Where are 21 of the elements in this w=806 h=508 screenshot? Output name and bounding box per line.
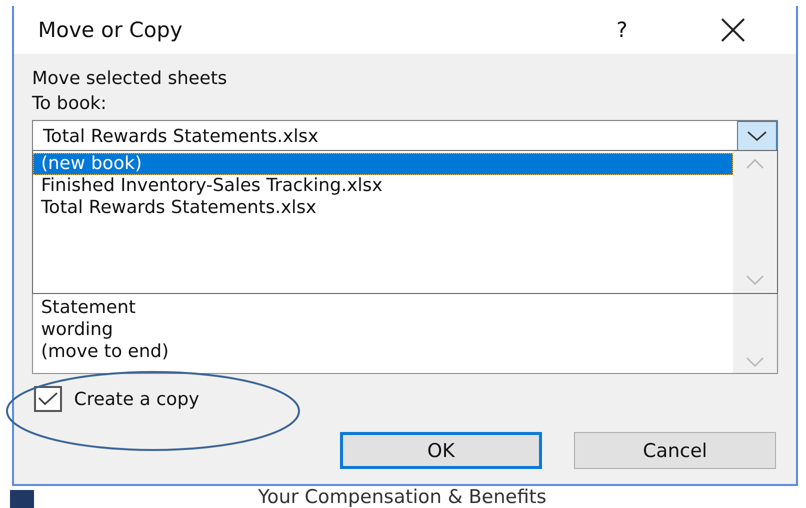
sheet-item[interactable]: (move to end): [41, 341, 733, 363]
field-label: To book:: [32, 93, 108, 114]
chevron-down-icon: [747, 131, 767, 141]
checkmark-icon: [38, 392, 58, 406]
dropdown-option[interactable]: Finished Inventory-Sales Tracking.xlsx: [33, 175, 733, 197]
document-heading: Your Compensation & Benefits: [258, 486, 546, 508]
sheet-item[interactable]: wording: [41, 319, 733, 341]
ok-button[interactable]: OK: [340, 432, 542, 469]
dropdown-value: Total Rewards Statements.xlsx: [42, 126, 320, 146]
sidebar-strip: [10, 490, 34, 508]
dropdown-button[interactable]: [737, 121, 777, 151]
sheet-item[interactable]: Statement: [41, 297, 733, 319]
help-button[interactable]: ?: [602, 18, 642, 42]
dropdown-option[interactable]: (new book): [33, 153, 733, 175]
window-title: Move or Copy: [38, 18, 184, 42]
instruction-text: Move selected sheets: [32, 68, 228, 89]
checkbox[interactable]: [34, 386, 62, 412]
dropdown-option[interactable]: Total Rewards Statements.xlsx: [33, 197, 733, 219]
checkbox-label[interactable]: Create a copy: [74, 388, 200, 410]
cancel-button[interactable]: Cancel: [574, 432, 776, 469]
book-dropdown[interactable]: Total Rewards Statements.xlsx: [32, 120, 778, 152]
